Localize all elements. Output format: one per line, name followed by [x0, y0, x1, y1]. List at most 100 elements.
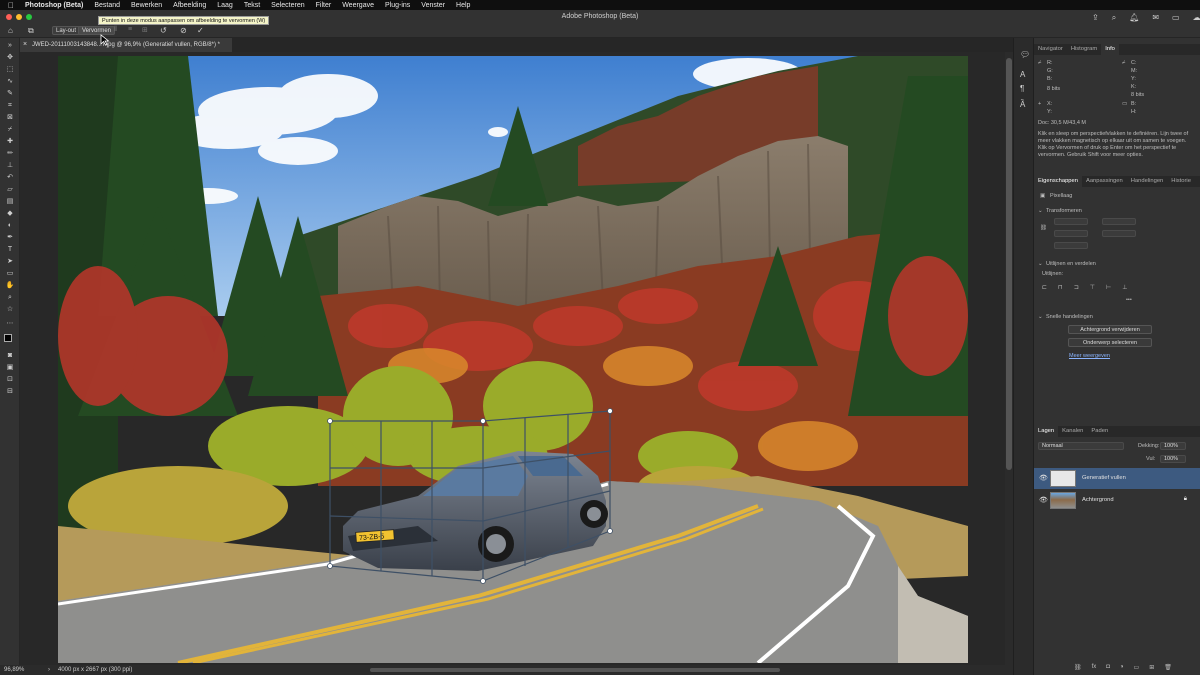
horizontal-scrollbar[interactable] [370, 668, 780, 672]
fx-icon[interactable]: fx [1092, 664, 1097, 671]
chevron-right-icon[interactable]: › [48, 665, 50, 675]
close-window-button[interactable] [6, 14, 12, 20]
quick-actions-section[interactable]: Snelle handelingen [1046, 314, 1093, 320]
mask-icon[interactable]: ◘ [1106, 664, 1110, 671]
layer-row[interactable]: 👁︎ Generatief vullen [1034, 468, 1200, 489]
menu-item-venster[interactable]: Venster [421, 2, 445, 9]
paragraph-icon[interactable]: ¶ [1020, 84, 1024, 93]
search-icon[interactable]: ⌕ [1112, 13, 1116, 23]
more-options-icon[interactable]: ••• [1126, 297, 1132, 303]
quick-mask-icon[interactable]: ◙ [5, 352, 15, 359]
history-brush-icon[interactable]: ↶ [5, 174, 15, 181]
marquee-tool-icon[interactable]: ⬚ [5, 66, 15, 73]
align-chevron-icon[interactable]: ⌄ [1038, 261, 1043, 267]
stamp-tool-icon[interactable]: ⊥ [5, 162, 15, 169]
transform-section[interactable]: Transformeren [1046, 208, 1082, 214]
zoom-window-button[interactable] [26, 14, 32, 20]
lasso-tool-icon[interactable]: ∿ [5, 78, 15, 85]
align-top-icon[interactable]: ⊤ [1090, 284, 1095, 291]
brush-tool-icon[interactable]: ✏ [5, 150, 15, 157]
width-field[interactable] [1054, 218, 1088, 225]
menu-item-bewerken[interactable]: Bewerken [131, 2, 162, 9]
foreground-color-swatch[interactable] [4, 334, 12, 342]
crop-tool-icon[interactable]: ⌗ [5, 102, 15, 109]
chat-icon[interactable]: ✉ [1152, 13, 1159, 23]
tab-adjustments[interactable]: Aanpassingen [1082, 176, 1127, 187]
tab-navigator[interactable]: Navigator [1034, 44, 1067, 55]
home-icon[interactable]: ⌂ [8, 26, 13, 35]
select-subject-button[interactable]: Onderwerp selecteren [1068, 338, 1152, 347]
auto-straighten-vertical-icon[interactable]: ⦀ [114, 26, 117, 34]
eyedropper-tool-icon[interactable]: ⌿ [5, 126, 15, 133]
move-tool-icon[interactable]: ✥ [5, 54, 15, 61]
comments-icon[interactable]: 💬︎ [1020, 50, 1030, 59]
hand-tool-icon[interactable]: ✋ [5, 282, 15, 289]
y-field[interactable] [1102, 230, 1136, 237]
tab-channels[interactable]: Kanalen [1058, 426, 1087, 437]
blend-mode-select[interactable]: Normaal [1038, 442, 1124, 450]
align-section[interactable]: Uitlijnen en verdelen [1046, 261, 1096, 267]
more-tools-icon[interactable]: ⋯ [5, 320, 15, 327]
opacity-field[interactable]: 100% [1160, 442, 1186, 450]
commit-icon[interactable]: ✓ [197, 26, 204, 35]
quick-select-tool-icon[interactable]: ✎ [5, 90, 15, 97]
menu-item-afbeelding[interactable]: Afbeelding [173, 2, 206, 9]
remove-background-button[interactable]: Achtergrond verwijderen [1068, 325, 1152, 334]
menu-item-tekst[interactable]: Tekst [244, 2, 260, 9]
cloud-icon[interactable]: ☁ [1193, 13, 1200, 23]
minimize-window-button[interactable] [16, 14, 22, 20]
align-left-icon[interactable]: ⊏ [1042, 284, 1047, 291]
menu-item-selecteren[interactable]: Selecteren [271, 2, 304, 9]
character-icon[interactable]: A [1020, 70, 1025, 79]
align-bottom-icon[interactable]: ⊥ [1122, 284, 1127, 291]
workspace-icon[interactable]: ▭ [1172, 13, 1180, 23]
rotate-field[interactable] [1054, 242, 1088, 249]
collapse-arrows-icon[interactable]: » [5, 42, 15, 49]
menu-item-weergave[interactable]: Weergave [342, 2, 374, 9]
eye-icon[interactable]: 👁︎ [1039, 496, 1048, 504]
cancel-icon[interactable]: ⊘ [180, 26, 187, 35]
eraser-tool-icon[interactable]: ▱ [5, 186, 15, 193]
type-tool-icon[interactable]: T [5, 246, 15, 253]
tab-history[interactable]: Historie [1167, 176, 1195, 187]
extras-icon[interactable]: ⊟ [5, 388, 15, 395]
fill-field[interactable]: 100% [1160, 455, 1186, 463]
screen-mode-icon[interactable]: ▣ [5, 364, 15, 371]
rectangle-tool-icon[interactable]: ▭ [5, 270, 15, 277]
blur-tool-icon[interactable]: ◆ [5, 210, 15, 217]
artboard-icon[interactable]: ⊡ [5, 376, 15, 383]
pen-tool-icon[interactable]: ✒ [5, 234, 15, 241]
share-icon[interactable]: ⇪ [1092, 13, 1099, 23]
show-more-link[interactable]: Meer weergeven [1069, 353, 1110, 359]
menu-app-name[interactable]: Photoshop (Beta) [25, 2, 83, 9]
tab-actions[interactable]: Handelingen [1127, 176, 1168, 187]
adjustment-layer-icon[interactable]: ◑ [1120, 664, 1124, 671]
eye-icon[interactable]: 👁︎ [1039, 474, 1048, 482]
path-select-tool-icon[interactable]: ➤ [5, 258, 15, 265]
align-middle-icon[interactable]: ⊢ [1106, 284, 1111, 291]
tab-paths[interactable]: Paden [1087, 426, 1112, 437]
transform-chevron-icon[interactable]: ⌄ [1038, 208, 1043, 214]
frame-tool-icon[interactable]: ⊠ [5, 114, 15, 121]
group-icon[interactable]: ▭ [1134, 664, 1140, 671]
dodge-tool-icon[interactable]: ◐ [5, 222, 15, 229]
tab-properties[interactable]: Eigenschappen [1034, 176, 1082, 187]
tab-info[interactable]: Info [1101, 44, 1119, 55]
auto-straighten-both-icon[interactable]: ⊞ [142, 26, 148, 34]
menu-item-filter[interactable]: Filter [316, 2, 332, 9]
menu-item-help[interactable]: Help [456, 2, 470, 9]
quick-actions-chevron-icon[interactable]: ⌄ [1038, 314, 1043, 320]
tab-histogram[interactable]: Histogram [1067, 44, 1101, 55]
x-field[interactable] [1102, 218, 1136, 225]
auto-straighten-horizontal-icon[interactable]: ≡ [128, 26, 132, 33]
menu-item-plug-ins[interactable]: Plug-ins [385, 2, 410, 9]
menu-item-laag[interactable]: Laag [217, 2, 233, 9]
document-canvas[interactable]: 73-ZB-5 [58, 56, 968, 663]
height-field[interactable] [1054, 230, 1088, 237]
notification-icon[interactable]: 🔔︎ [1129, 13, 1139, 23]
apple-icon[interactable]:  [8, 1, 14, 10]
tab-layers[interactable]: Lagen [1034, 426, 1059, 437]
lock-icon[interactable]: 🔒︎ [1184, 496, 1187, 503]
zoom-tool-icon[interactable]: ⌕ [5, 294, 15, 301]
gradient-tool-icon[interactable]: ▤ [5, 198, 15, 205]
